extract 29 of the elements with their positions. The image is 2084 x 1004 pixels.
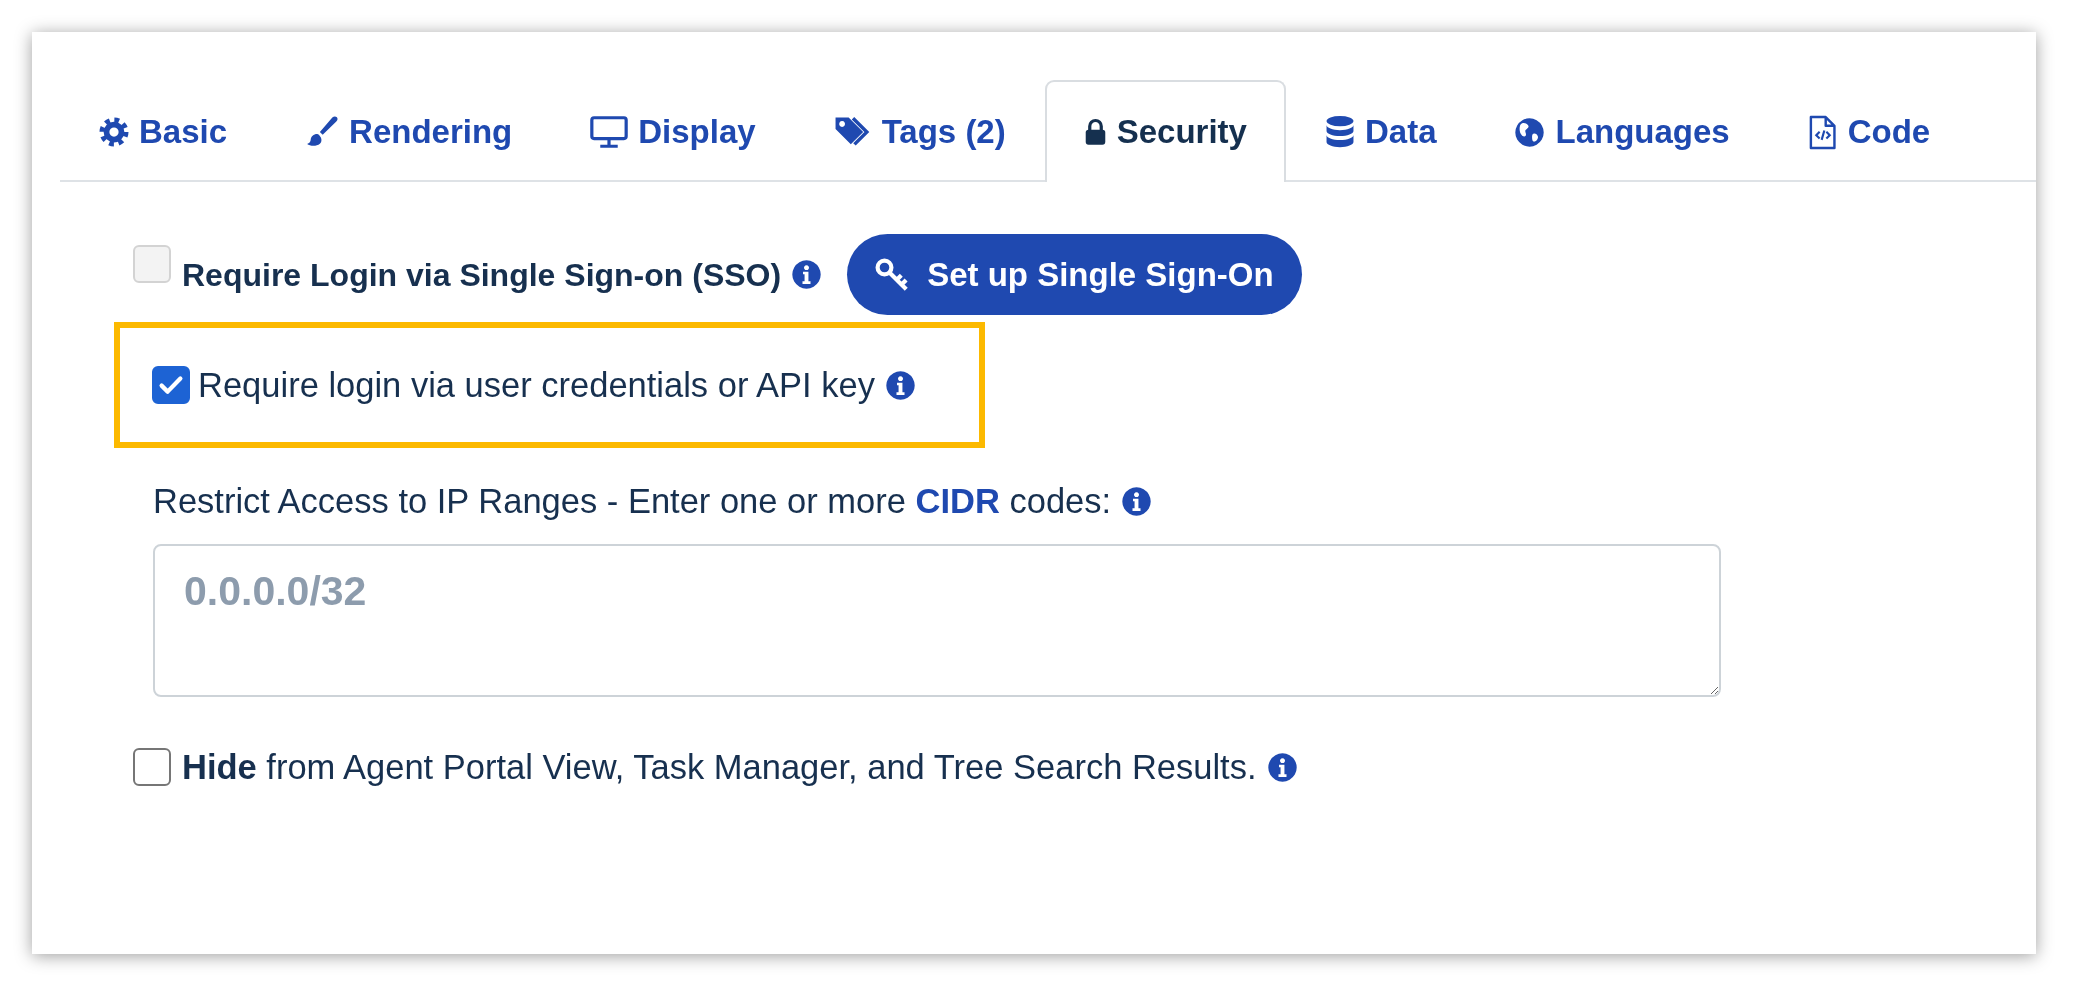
tab[interactable]: Code bbox=[1768, 80, 1970, 182]
gear-icon bbox=[99, 117, 129, 147]
tab[interactable]: Display bbox=[551, 80, 795, 182]
database-icon bbox=[1324, 114, 1355, 150]
sso-option-label: Require Login via Single Sign-on (SSO) bbox=[182, 255, 782, 295]
tab[interactable]: Basic bbox=[60, 80, 267, 182]
checkbox[interactable] bbox=[133, 748, 171, 786]
tab[interactable]: Tags (2) bbox=[794, 80, 1045, 182]
login-option-label: Require login via user credentials or API key bbox=[198, 365, 875, 405]
tags-icon bbox=[833, 116, 872, 148]
checkbox[interactable] bbox=[152, 366, 190, 404]
tab[interactable]: Languages bbox=[1475, 80, 1769, 182]
lock-icon bbox=[1083, 118, 1107, 146]
info-icon[interactable] bbox=[1121, 485, 1153, 517]
tab[interactable]: Rendering bbox=[266, 80, 552, 182]
tab[interactable]: Data bbox=[1285, 80, 1476, 182]
monitor-icon bbox=[590, 116, 629, 148]
tab[interactable]: Security bbox=[1044, 80, 1286, 182]
info-icon[interactable] bbox=[791, 259, 823, 290]
ip-ranges-field[interactable]: 0.0.0.0/32 bbox=[153, 544, 1721, 697]
hide-option-label: Hide from Agent Portal View, Task Manager, and Tree Search Results. bbox=[182, 747, 1257, 787]
paintbrush-icon bbox=[305, 115, 340, 149]
key-icon bbox=[874, 256, 911, 293]
ip-ranges-label: Restrict Access to IP Ranges - Enter one or more CIDR codes: bbox=[153, 482, 1112, 520]
code-file-icon bbox=[1807, 114, 1838, 150]
cidr-link[interactable]: CIDR bbox=[915, 482, 1000, 520]
info-icon[interactable] bbox=[1266, 751, 1298, 783]
globe-icon bbox=[1514, 116, 1546, 148]
info-icon[interactable] bbox=[884, 369, 916, 401]
